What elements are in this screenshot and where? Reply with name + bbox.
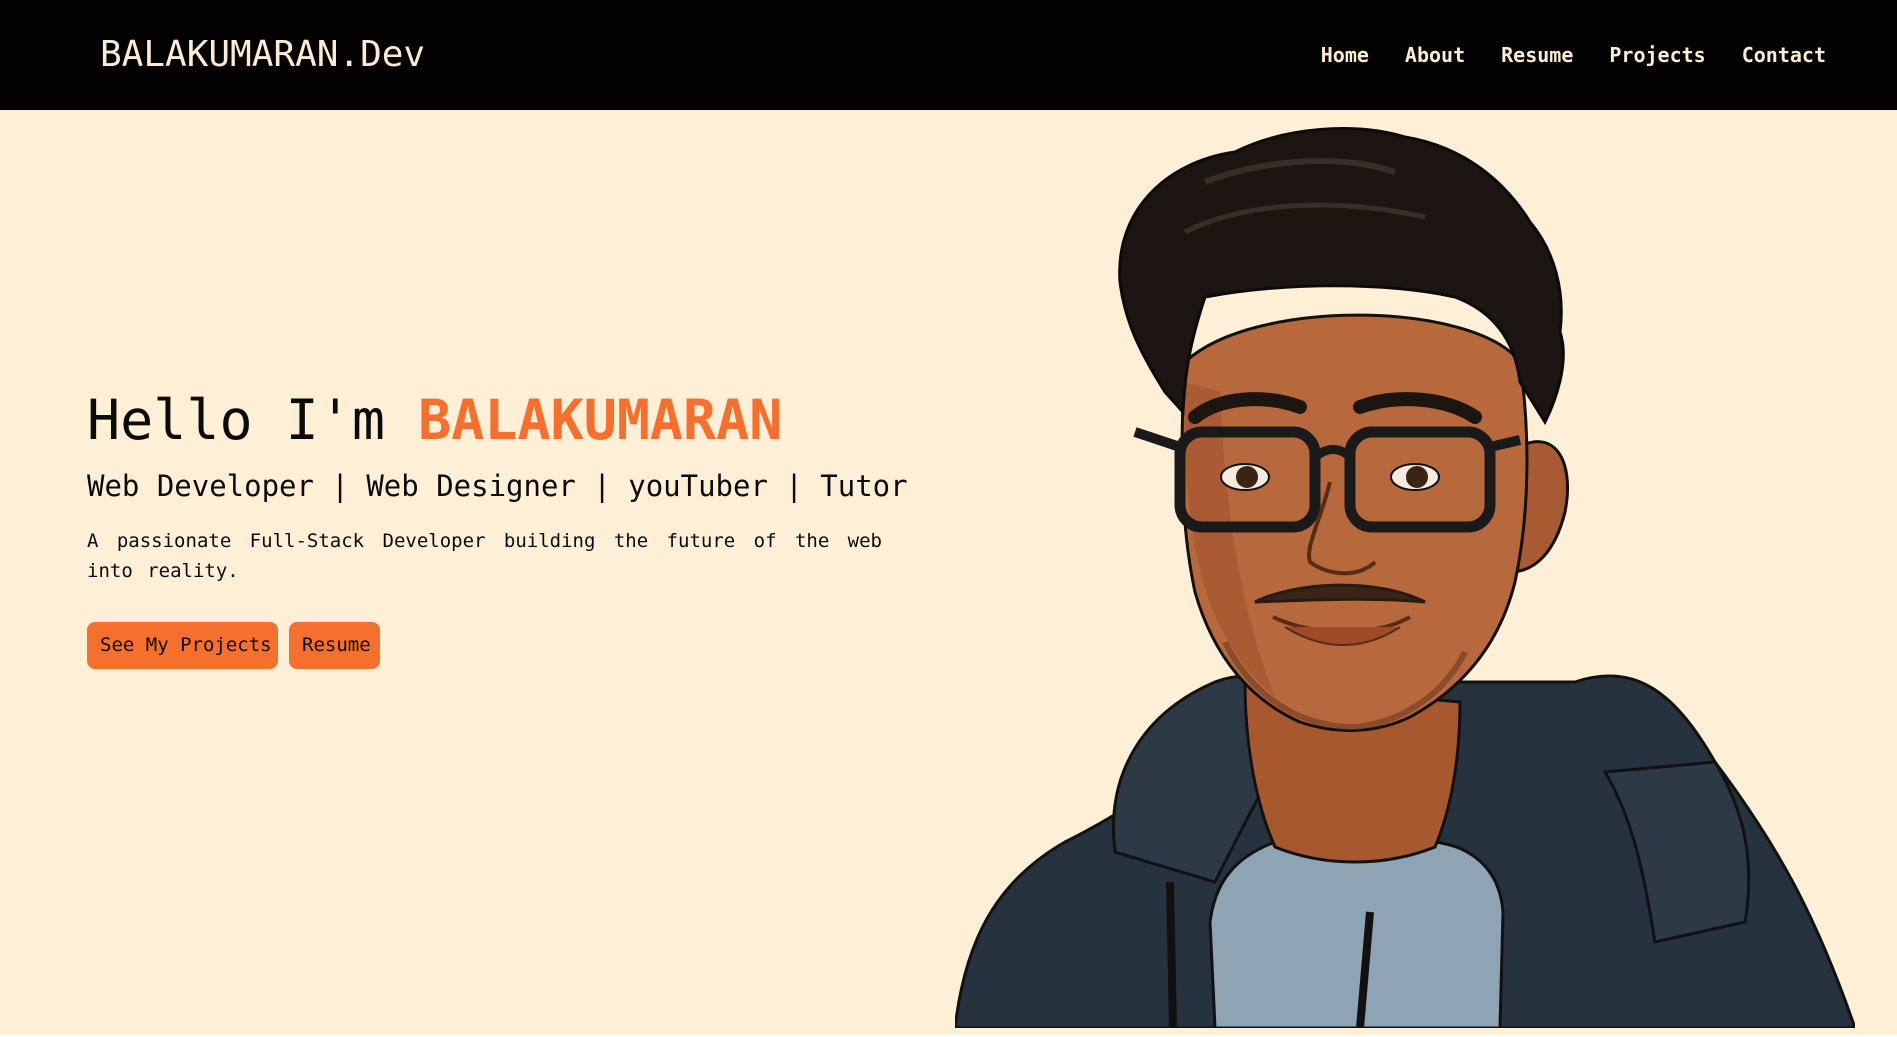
hero-name: BALAKUMARAN bbox=[418, 388, 783, 452]
resume-button[interactable]: Resume bbox=[289, 622, 380, 669]
nav-link-home[interactable]: Home bbox=[1321, 40, 1369, 70]
portrait-illustration bbox=[955, 127, 1855, 1028]
hero-headline: Hello I'm BALAKUMARAN bbox=[87, 382, 782, 458]
hero-tagline: A passionate Full-Stack Developer buildi… bbox=[87, 530, 882, 582]
nav-link-about[interactable]: About bbox=[1405, 40, 1465, 70]
nav-link-resume[interactable]: Resume bbox=[1501, 40, 1573, 70]
hero-greeting: Hello I'm bbox=[87, 388, 419, 452]
navbar: BALAKUMARAN.Dev Home About Resume Projec… bbox=[0, 0, 1897, 110]
see-projects-button[interactable]: See My Projects bbox=[87, 622, 278, 669]
hero-roles: Web Developer | Web Designer | youTuber … bbox=[87, 469, 908, 503]
nav-link-contact[interactable]: Contact bbox=[1742, 40, 1826, 70]
nav-links: Home About Resume Projects Contact bbox=[1321, 40, 1826, 70]
brand-logo[interactable]: BALAKUMARAN.Dev bbox=[100, 33, 425, 77]
nav-link-projects[interactable]: Projects bbox=[1609, 40, 1705, 70]
